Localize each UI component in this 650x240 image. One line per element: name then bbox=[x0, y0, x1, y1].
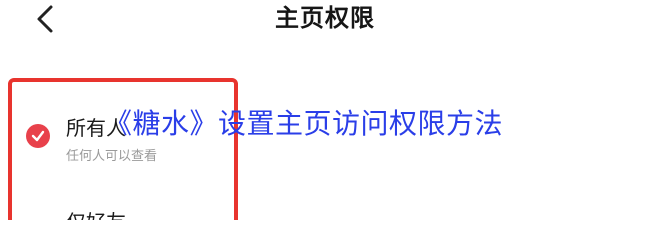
option-friends-label: 仅好友 bbox=[66, 206, 126, 220]
option-all-description: 任何人可以查看 bbox=[66, 149, 158, 164]
settings-page: 主页权限 所有人 任何人可以查看 仅好友 《糖水》设置主页访问权限方法 bbox=[0, 0, 650, 220]
option-friends-only[interactable]: 仅好友 bbox=[26, 202, 226, 220]
check-icon bbox=[26, 124, 50, 148]
page-title: 主页权限 bbox=[275, 4, 375, 32]
overlay-caption: 《糖水》设置主页访问权限方法 bbox=[104, 107, 504, 140]
